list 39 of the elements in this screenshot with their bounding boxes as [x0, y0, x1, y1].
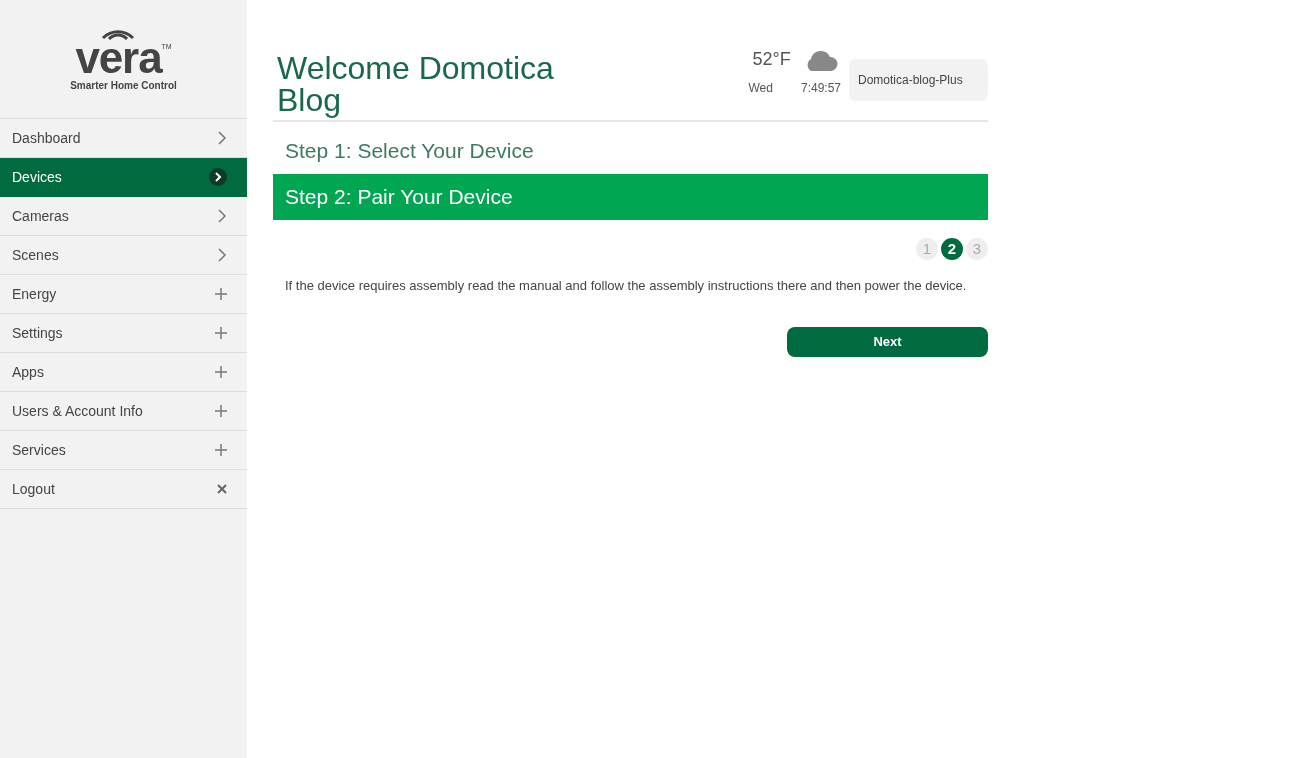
- sidebar-item[interactable]: Scenes: [0, 236, 247, 275]
- sidebar-label: Apps: [12, 362, 44, 382]
- sidebar-item[interactable]: Energy: [0, 275, 247, 314]
- sidebar-label: Scenes: [12, 245, 59, 265]
- sidebar-label: Services: [12, 440, 66, 460]
- page-title: Welcome Domotica Blog: [276, 52, 555, 116]
- sidebar-item[interactable]: Users & Account Info: [0, 392, 247, 431]
- step-indicator[interactable]: 2: [941, 238, 963, 260]
- plus-icon: [215, 444, 227, 456]
- sidebar-item[interactable]: Settings: [0, 314, 247, 353]
- sidebar-item[interactable]: Logout: [0, 470, 247, 509]
- sidebar-label: Cameras: [12, 206, 69, 226]
- sidebar-item[interactable]: Cameras: [0, 197, 247, 236]
- sidebar-item[interactable]: Devices: [0, 158, 247, 197]
- sidebar-label: Settings: [12, 323, 63, 343]
- temperature: 52°F: [751, 48, 791, 71]
- clock-time: 7:49:57: [800, 80, 841, 97]
- plus-icon: [215, 405, 227, 417]
- plus-icon: [215, 288, 227, 300]
- logo-wordmark: vera: [75, 39, 162, 76]
- chevron-icon: [209, 168, 227, 186]
- sidebar-item[interactable]: Apps: [0, 353, 247, 392]
- plus-icon: [215, 366, 227, 378]
- next-button[interactable]: Next: [787, 327, 988, 357]
- chevron-icon: [217, 248, 227, 262]
- day: Wed: [748, 79, 773, 97]
- close-icon: [217, 484, 227, 494]
- sidebar-label: Energy: [12, 284, 57, 304]
- sidebar-label: Devices: [12, 167, 62, 187]
- sidebar-label: Dashboard: [12, 128, 81, 148]
- controller-name[interactable]: Domotica-blog-Plus: [849, 59, 988, 101]
- sidebar-label: Users & Account Info: [12, 401, 143, 421]
- instruction-text: If the device requires assembly read the manual and follow the assembly instructions there and then power the device.: [284, 277, 968, 295]
- logo-tagline: Smarter Home Control: [70, 78, 177, 93]
- sidebar-item[interactable]: Services: [0, 431, 247, 470]
- chevron-icon: [217, 209, 227, 223]
- sidebar-label: Logout: [12, 479, 55, 499]
- plus-icon: [215, 327, 227, 339]
- chevron-icon: [217, 131, 227, 145]
